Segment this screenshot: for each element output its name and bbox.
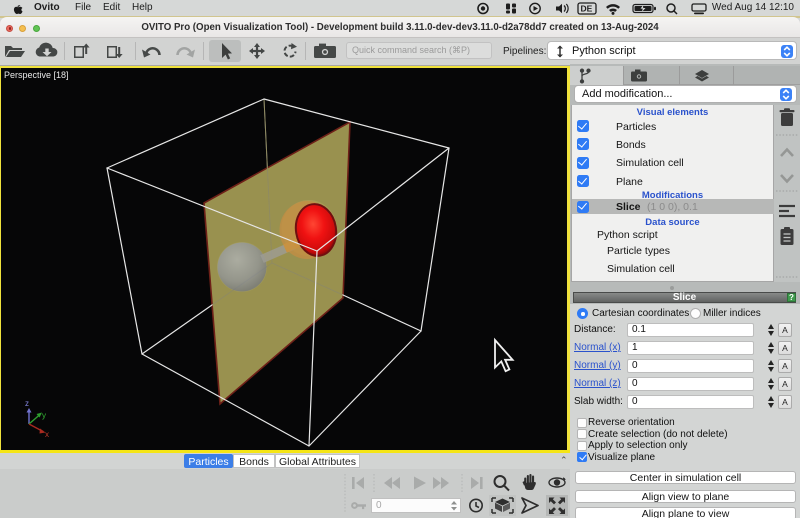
- svg-text:x: x: [45, 430, 49, 439]
- svg-text:DE: DE: [581, 4, 593, 14]
- svg-text:y: y: [42, 411, 46, 420]
- svg-text:z: z: [25, 399, 29, 408]
